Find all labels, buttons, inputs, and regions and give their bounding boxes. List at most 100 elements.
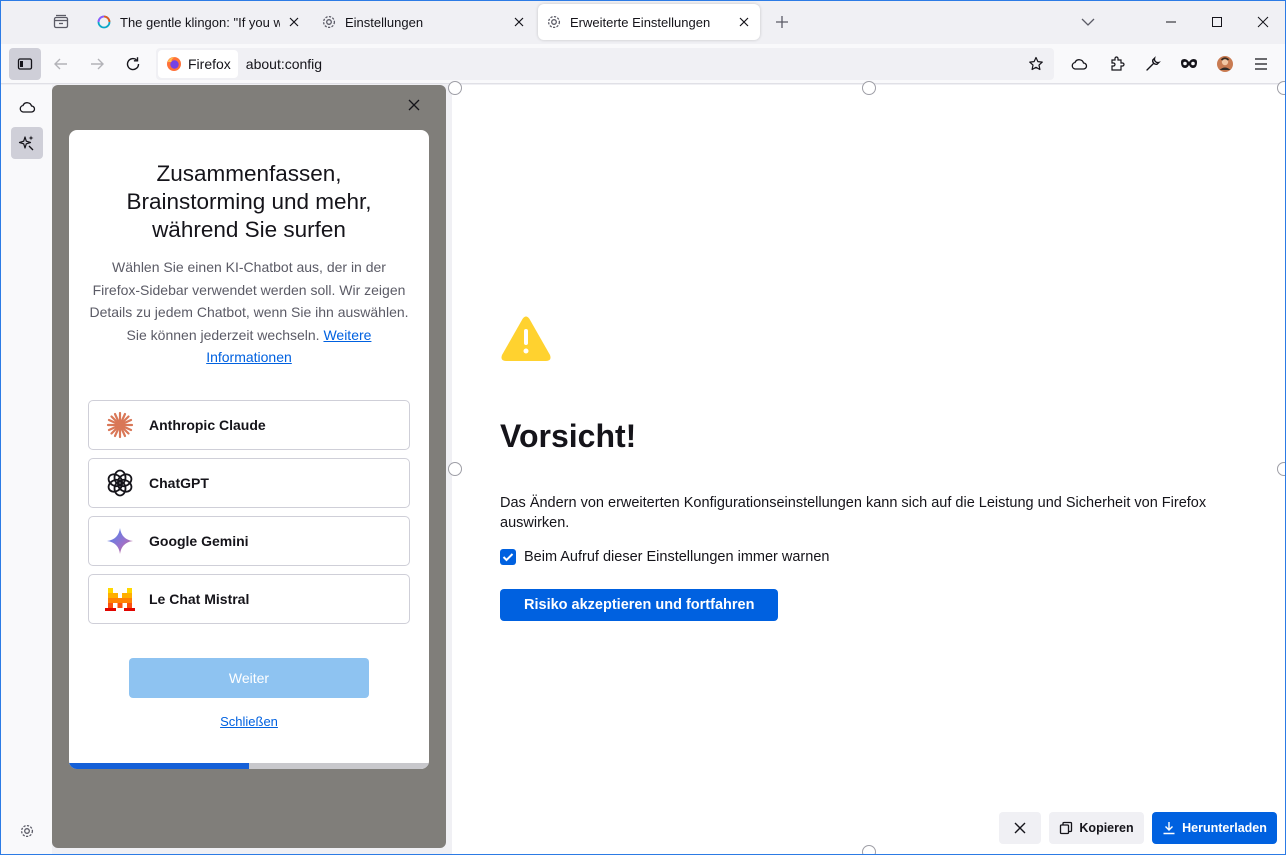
warning-checkbox[interactable] [500,549,516,565]
gear-icon [321,14,337,30]
page-content: Vorsicht! Das Ändern von erweiterten Kon… [448,81,1286,855]
devtools-button[interactable] [1137,48,1169,80]
url-text[interactable]: about:config [246,56,322,72]
continue-button[interactable]: Weiter [129,658,369,698]
star-icon [1029,56,1043,71]
screenshot-resize-handle[interactable] [862,845,876,855]
avatar-icon [1217,56,1233,72]
screenshot-download-button[interactable]: Herunterladen [1152,812,1277,844]
chevron-down-icon [1081,18,1095,26]
gear-icon [20,824,34,838]
progress-fill [69,763,249,769]
sidebar-launcher [0,85,52,855]
customize-sidebar-button[interactable] [11,815,43,847]
tab-title: Einstellungen [345,14,424,30]
copy-icon [1059,821,1073,835]
reload-button[interactable] [117,48,149,80]
close-icon [1257,16,1269,28]
provider-name: Google Gemini [149,533,249,549]
onboarding-card: Zusammenfassen, Brainstorming und mehr, … [69,130,429,769]
arrow-right-icon [91,58,104,70]
chatgpt-icon [105,468,135,498]
close-link: Schließen [69,714,429,729]
gear-icon [546,14,562,30]
browser-window: The gentle klingon: "If you want Einstel… [0,0,1286,855]
chatbot-sidebar-panel: Zusammenfassen, Brainstorming und mehr, … [52,85,446,848]
sidebar-icon [17,58,33,70]
cloud-icon [1071,59,1088,70]
close-sidebar-button[interactable] [402,93,426,117]
onboarding-progress [69,763,429,769]
minimize-icon [1166,21,1176,23]
extensions-button[interactable] [1101,48,1133,80]
download-label: Herunterladen [1182,821,1267,835]
accept-risk-button[interactable]: Risiko akzeptieren und fortfahren [500,589,779,621]
new-tab-button[interactable] [768,8,796,36]
identity-box[interactable]: Firefox [158,50,238,78]
tab-klingon[interactable]: The gentle klingon: "If you want [88,4,310,40]
firefox-logo-icon [167,57,181,71]
tab-einstellungen[interactable]: Einstellungen [313,4,535,40]
close-window-button[interactable] [1240,0,1286,44]
synced-tabs-launcher-button[interactable] [11,91,43,123]
tab-strip: The gentle klingon: "If you want Einstel… [0,0,1286,44]
navigation-bar: Firefox about:config [0,44,1286,84]
provider-name: ChatGPT [149,475,209,491]
tab-overview-button[interactable] [44,6,78,38]
claude-icon [105,410,135,440]
loading-spinner-icon [96,14,112,30]
maximize-button[interactable] [1194,0,1240,44]
close-tab-icon[interactable] [286,14,302,30]
reload-icon [126,57,140,71]
checkmark-icon [502,553,514,562]
close-tab-icon[interactable] [511,14,527,30]
minimize-button[interactable] [1148,0,1194,44]
close-link-text[interactable]: Schließen [220,714,278,729]
provider-gemini[interactable]: Google Gemini [88,516,410,566]
download-icon [1162,821,1176,835]
ai-chatbot-launcher-button[interactable] [11,127,43,159]
tab-title: Erweiterte Einstellungen [570,14,711,30]
provider-mistral[interactable]: Le Chat Mistral [88,574,410,624]
list-all-tabs-button[interactable] [1074,8,1102,36]
forward-button[interactable] [81,48,113,80]
maximize-icon [1212,17,1222,27]
bookmark-star-button[interactable] [1024,52,1048,76]
close-tab-icon[interactable] [736,14,752,30]
provider-name: Anthropic Claude [149,417,266,433]
provider-chatgpt[interactable]: ChatGPT [88,458,410,508]
screenshot-resize-handle[interactable] [862,81,876,95]
plus-icon [776,16,788,28]
sparkle-icon [18,135,34,151]
warning-text: Das Ändern von erweiterten Konfiguration… [500,495,1207,531]
provider-claude[interactable]: Anthropic Claude [88,400,410,450]
onboarding-description: Wählen Sie einen KI-Chatbot aus, der in … [87,256,411,369]
mistral-icon [105,584,135,614]
account-button[interactable] [1209,48,1241,80]
screenshot-copy-button[interactable]: Kopieren [1049,812,1144,844]
gemini-icon [105,526,135,556]
tab-overview-icon [53,14,69,29]
warning-checkbox-row[interactable]: Beim Aufruf dieser Einstellungen immer w… [500,549,829,565]
copy-label: Kopieren [1079,821,1134,835]
app-menu-button[interactable] [1245,48,1277,80]
onboarding-heading: Zusammenfassen, Brainstorming und mehr, … [126,161,372,242]
provider-name: Le Chat Mistral [149,591,250,607]
screenshot-cancel-button[interactable] [999,812,1041,844]
cloud-icon [19,102,36,113]
sidebar-toggle-button[interactable] [9,48,41,80]
private-mode-button[interactable] [1173,48,1205,80]
screenshot-resize-handle[interactable] [1277,81,1286,95]
identity-label: Firefox [188,56,231,72]
mask-icon [1181,59,1197,68]
screenshot-resize-handle[interactable] [1277,462,1286,476]
tab-title: The gentle klingon: "If you want [120,14,280,30]
back-button[interactable] [45,48,77,80]
tab-erweiterte-einstellungen[interactable]: Erweiterte Einstellungen [538,4,760,40]
screenshot-resize-handle[interactable] [448,462,462,476]
sync-button[interactable] [1063,48,1095,80]
checkbox-label: Beim Aufruf dieser Einstellungen immer w… [524,549,830,565]
arrow-left-icon [54,58,67,70]
screenshot-resize-handle[interactable] [448,81,462,95]
address-bar[interactable]: Firefox about:config [156,48,1054,80]
